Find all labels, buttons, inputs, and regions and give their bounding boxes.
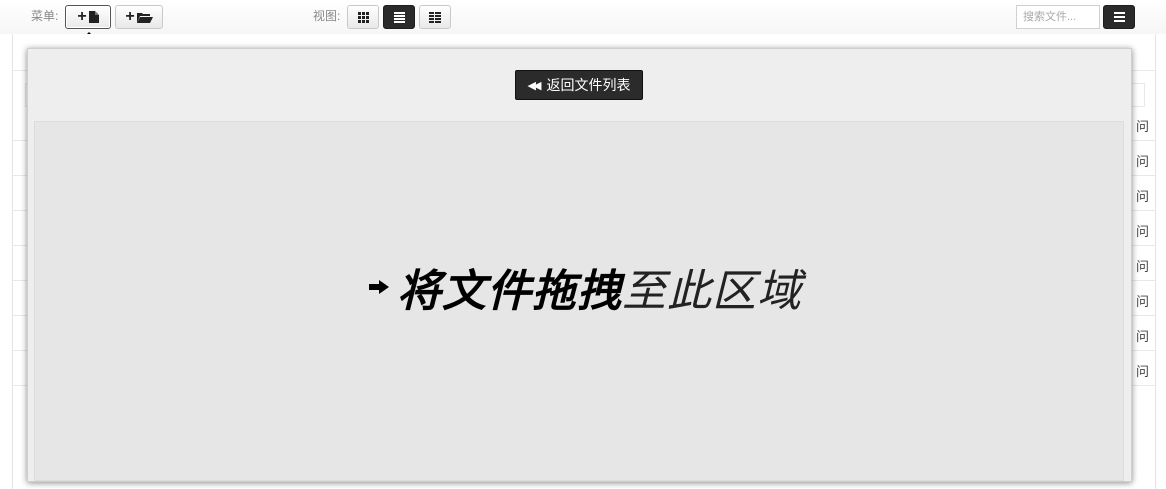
- row-tail: 问: [1135, 259, 1149, 274]
- drop-zone-text: 将文件拖拽 至此区域: [369, 262, 802, 316]
- row-tail: 问: [1135, 329, 1149, 344]
- drop-zone[interactable]: 将文件拖拽 至此区域: [34, 121, 1124, 481]
- drop-text-bold: 将文件拖拽: [397, 267, 622, 316]
- grid-icon: [357, 11, 369, 23]
- hamburger-icon: [1113, 12, 1125, 22]
- view-detail-button[interactable]: [419, 5, 451, 29]
- new-file-button[interactable]: +: [65, 5, 111, 29]
- new-folder-button[interactable]: +: [115, 5, 163, 29]
- row-tail: 问: [1135, 364, 1149, 379]
- row-tail: 问: [1135, 294, 1149, 309]
- row-tail: 问: [1135, 189, 1149, 204]
- folder-icon: [136, 12, 153, 23]
- view-grid-button[interactable]: [347, 5, 379, 29]
- detail-list-icon: [429, 11, 441, 23]
- upload-panel: ◀◀ 返回文件列表 将文件拖拽 至此区域: [27, 48, 1132, 482]
- double-left-arrow-icon: ◀◀: [527, 79, 542, 92]
- list-icon: [393, 11, 405, 23]
- menu-label: 菜单:: [31, 9, 59, 23]
- view-list-button[interactable]: [383, 5, 415, 29]
- back-button-label: 返回文件列表: [546, 77, 631, 93]
- file-icon: [88, 11, 99, 23]
- row-tail: 问: [1135, 154, 1149, 169]
- view-label: 视图:: [313, 9, 341, 23]
- row-tail: 问: [1135, 119, 1149, 134]
- drop-text-light: 至此区域: [622, 267, 802, 316]
- right-arrow-icon: [369, 280, 389, 294]
- back-to-file-list-button[interactable]: ◀◀ 返回文件列表: [515, 70, 643, 100]
- search-input[interactable]: [1016, 5, 1100, 29]
- plus-icon: +: [77, 8, 87, 25]
- toolbar: 菜单: + + 视图:: [0, 0, 1166, 34]
- menu-button[interactable]: [1103, 5, 1135, 29]
- plus-icon: +: [125, 8, 135, 25]
- row-tail: 问: [1135, 224, 1149, 239]
